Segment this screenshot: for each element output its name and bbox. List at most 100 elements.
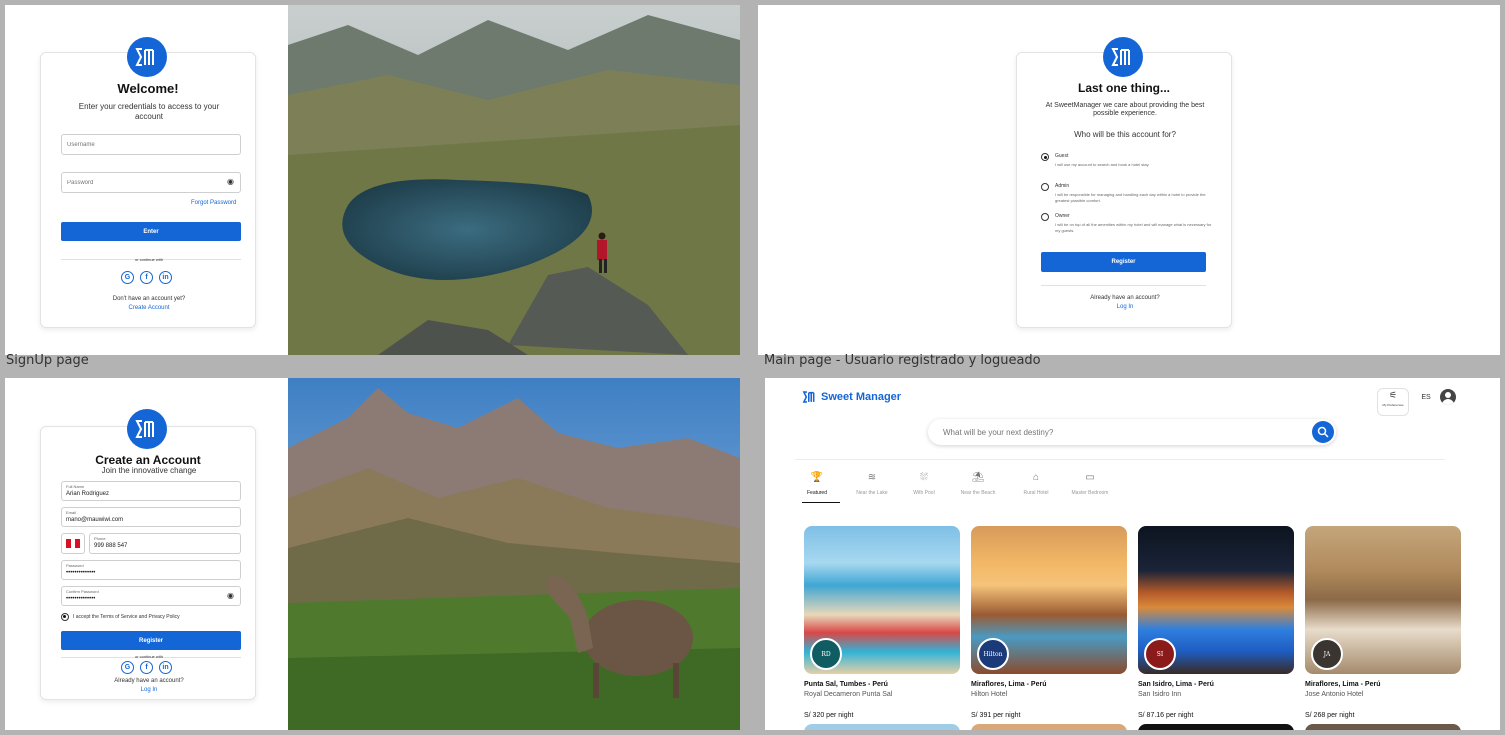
username-field[interactable] [67,141,240,148]
signup-title: Create an Account [95,453,201,467]
google-icon[interactable]: G [121,271,134,284]
forgot-password-link[interactable]: Forgot Password [191,200,236,206]
social-login-group: G f in [121,661,172,674]
fullname-label: Full Name [66,484,85,489]
signup-frame: Create an Account Join the innovative ch… [5,378,740,730]
app-logo-icon [127,37,167,77]
category-label: Master Bedroom [1071,490,1109,496]
app-logo-icon [1103,37,1143,77]
language-button[interactable]: ES [1415,388,1437,406]
sliders-icon: ⚟ [1388,390,1398,400]
option-title: Owner [1055,213,1070,219]
hotel-image[interactable]: JA [1305,526,1461,674]
hotel-image[interactable]: RD [804,526,960,674]
user-avatar-icon[interactable] [1440,389,1456,405]
create-account-link[interactable]: Create Account [41,305,257,311]
show-password-icon[interactable]: ◉ [227,591,234,600]
app-logo-icon [127,409,167,449]
search-button[interactable] [1312,421,1334,443]
rural-icon: ⌂ [1032,472,1040,483]
register-button[interactable]: Register [61,631,241,650]
confirm-password-value: •••••••••••••• [66,596,96,602]
next-hotel-image [1138,724,1294,730]
brand-logo[interactable]: Sweet Manager [802,390,901,404]
main-frame-label: Main page - Usuario registrado y loguead… [764,353,1041,368]
terms-checkbox-dot [61,613,69,621]
continue-with-text: or continue with [134,257,163,262]
signup-subtitle: Join the innovative change [101,466,197,475]
confirm-password-input[interactable]: Confirm Password •••••••••••••• [61,586,241,606]
trophy-icon: 🏆 [810,472,824,483]
hotel-location: Miraflores, Lima - Perú [1305,681,1381,688]
continue-with-text: or continue with [134,654,163,659]
password-input[interactable] [61,172,241,193]
category-near-beach[interactable]: ⛱ Near the Beach [958,472,998,496]
preferences-button[interactable]: ⚟ My Preferences [1377,388,1409,416]
hotel-image[interactable]: Hilton [971,526,1127,674]
category-featured[interactable]: 🏆 Featured [797,472,837,496]
hotel-name: San Isidro Inn [1138,691,1182,698]
role-card: Last one thing... At SweetManager we car… [1016,37,1233,328]
username-input[interactable] [61,134,241,155]
radio-admin[interactable] [1041,183,1049,191]
active-category-underline [802,502,840,503]
password-field[interactable] [67,179,240,186]
linkedin-icon[interactable]: in [159,271,172,284]
phone-input[interactable]: Phone 999 888 547 [89,533,241,554]
category-label: Near the Lake [856,490,888,496]
phone-label: Phone [94,536,106,541]
category-master-bedroom[interactable]: ▭ Master Bedroom [1070,472,1110,496]
next-hotel-image [971,724,1127,730]
category-label: Near the Beach [960,490,996,496]
hotel-logo-badge: SI [1144,638,1176,670]
hotel-image[interactable]: SI [1138,526,1294,674]
lake-hiker-photo [288,5,740,355]
hotel-price: S/ 87.16 per night [1138,712,1194,719]
password-input[interactable]: Password •••••••••••••• [61,560,241,580]
main-frame: Sweet Manager ⚟ My Preferences ES 🏆 Feat… [765,378,1500,730]
facebook-icon[interactable]: f [140,271,153,284]
search-bar[interactable] [928,419,1336,445]
role-option-admin[interactable]: Admin I will be responsible for managing… [1041,183,1216,209]
show-password-icon[interactable]: ◉ [227,177,234,186]
facebook-icon[interactable]: f [140,661,153,674]
bed-icon: ▭ [1085,472,1095,483]
header-divider [795,459,1445,460]
hotel-name: Jose Antonio Hotel [1305,691,1364,698]
radio-owner[interactable] [1041,213,1049,221]
linkedin-icon[interactable]: in [159,661,172,674]
role-option-guest[interactable]: Guest I will use my account to search an… [1041,153,1216,175]
role-subtitle: At SweetManager we care about providing … [1045,102,1205,118]
hotel-price: S/ 391 per night [971,712,1021,719]
hotel-logo-badge: Hilton [977,638,1009,670]
category-with-pool[interactable]: ⛆ With Pool [904,472,944,496]
peru-flag-icon [66,539,81,548]
fullname-value: Arian Rodriguez [66,491,110,497]
login-card: Welcome! Enter your credentials to acces… [40,37,257,328]
category-near-lake[interactable]: ≋ Near the Lake [852,472,892,496]
category-rural-hotel[interactable]: ⌂ Rural Hotel [1016,472,1056,496]
category-label: Featured [806,490,827,496]
terms-text[interactable]: I accept the Terms of Service and Privac… [73,614,180,620]
next-hotel-image [804,724,960,730]
option-desc: I will be responsible for managing and h… [1055,192,1206,203]
hotel-location: San Isidro, Lima - Perú [1138,681,1214,688]
signup-frame-label: SignUp page [6,353,89,368]
google-icon[interactable]: G [121,661,134,674]
register-button[interactable]: Register [1041,252,1206,272]
role-frame: Last one thing... At SweetManager we car… [758,5,1500,355]
radio-guest[interactable] [1041,153,1049,161]
login-link[interactable]: Log In [41,687,257,693]
already-account-text: Already have an account? [114,678,184,684]
category-label: With Pool [913,490,935,496]
search-input[interactable] [928,427,1288,437]
category-label: Rural Hotel [1023,490,1049,496]
country-select[interactable] [61,533,85,554]
alpaca-mountain-photo [288,378,740,730]
fullname-input[interactable]: Full Name Arian Rodriguez [61,481,241,501]
role-option-owner[interactable]: Owner I will be on top of all the amenit… [1041,213,1216,239]
enter-button[interactable]: Enter [61,222,241,241]
email-input[interactable]: Email mano@mauwiwi.com [61,507,241,527]
login-link[interactable]: Log In [1017,304,1233,310]
next-hotel-image [1305,724,1461,730]
